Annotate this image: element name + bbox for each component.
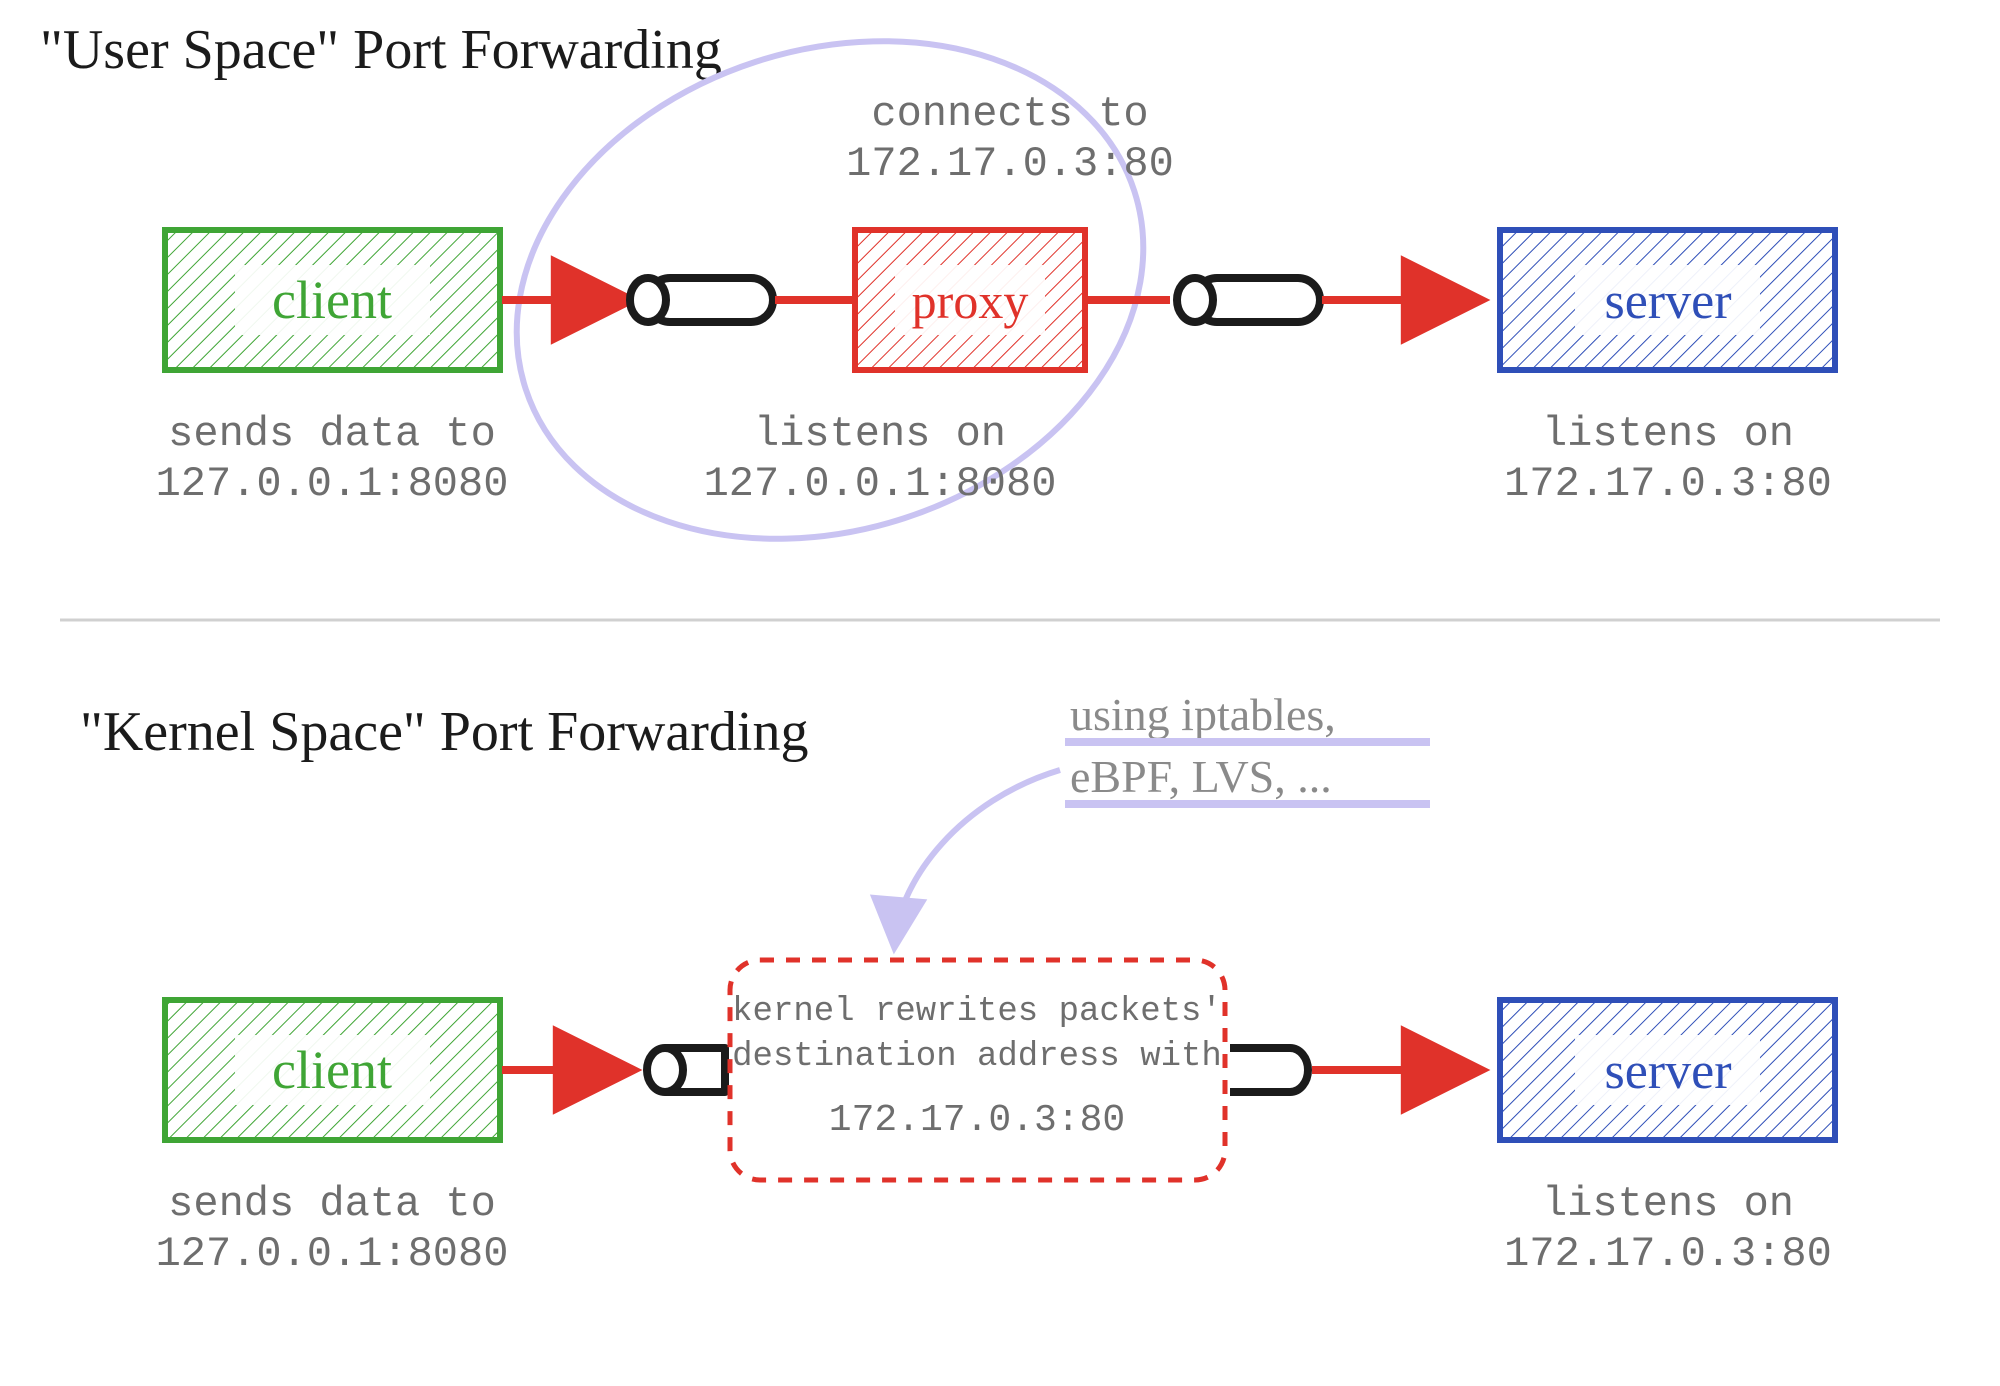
kernel-box: kernel rewrites packets' destination add… xyxy=(730,960,1225,1180)
kernel-hint-arrow xyxy=(895,770,1060,940)
server-sub1-bottom: listens on xyxy=(1542,1180,1794,1228)
kernel-hint-2: eBPF, LVS, ... xyxy=(1070,751,1332,802)
client-sub1-bottom: sends data to xyxy=(168,1180,496,1228)
client-label-bottom: client xyxy=(272,1040,392,1100)
server-label-bottom: server xyxy=(1604,1043,1731,1100)
server-sub1-top: listens on xyxy=(1542,410,1794,458)
proxy-box-top: proxy xyxy=(855,230,1085,370)
client-sub2-bottom: 127.0.0.1:8080 xyxy=(156,1230,509,1278)
server-label-top: server xyxy=(1604,273,1731,330)
kernel-line1: kernel rewrites packets' xyxy=(732,993,1222,1031)
proxy-sub1-top: listens on xyxy=(754,410,1006,458)
pipe-left-bottom xyxy=(647,1048,725,1092)
kernel-line3: 172.17.0.3:80 xyxy=(829,1099,1125,1142)
proxy-top-note-2: 172.17.0.3:80 xyxy=(846,140,1174,188)
server-box-top: server xyxy=(1500,230,1835,370)
client-sub1-top: sends data to xyxy=(168,410,496,458)
server-sub2-bottom: 172.17.0.3:80 xyxy=(1504,1230,1832,1278)
client-box-top: client xyxy=(165,230,500,370)
title-kernel-space: "Kernel Space" Port Forwarding xyxy=(80,701,808,763)
kernel-hint-1: using iptables, xyxy=(1070,689,1336,740)
pipe-1-top xyxy=(630,278,773,322)
title-user-space: "User Space" Port Forwarding xyxy=(40,19,722,81)
server-sub2-top: 172.17.0.3:80 xyxy=(1504,460,1832,508)
client-label-top: client xyxy=(272,270,392,330)
proxy-sub2-top: 127.0.0.1:8080 xyxy=(704,460,1057,508)
kernel-line2: destination address with xyxy=(732,1038,1222,1076)
proxy-top-note-1: connects to xyxy=(871,90,1148,138)
client-sub2-top: 127.0.0.1:8080 xyxy=(156,460,509,508)
kernel-hint: using iptables, eBPF, LVS, ... xyxy=(1065,689,1430,804)
client-box-bottom: client xyxy=(165,1000,500,1140)
proxy-label-top: proxy xyxy=(912,273,1029,329)
server-box-bottom: server xyxy=(1500,1000,1835,1140)
pipe-right-bottom xyxy=(1230,1048,1308,1092)
pipe-2-top xyxy=(1177,278,1320,322)
